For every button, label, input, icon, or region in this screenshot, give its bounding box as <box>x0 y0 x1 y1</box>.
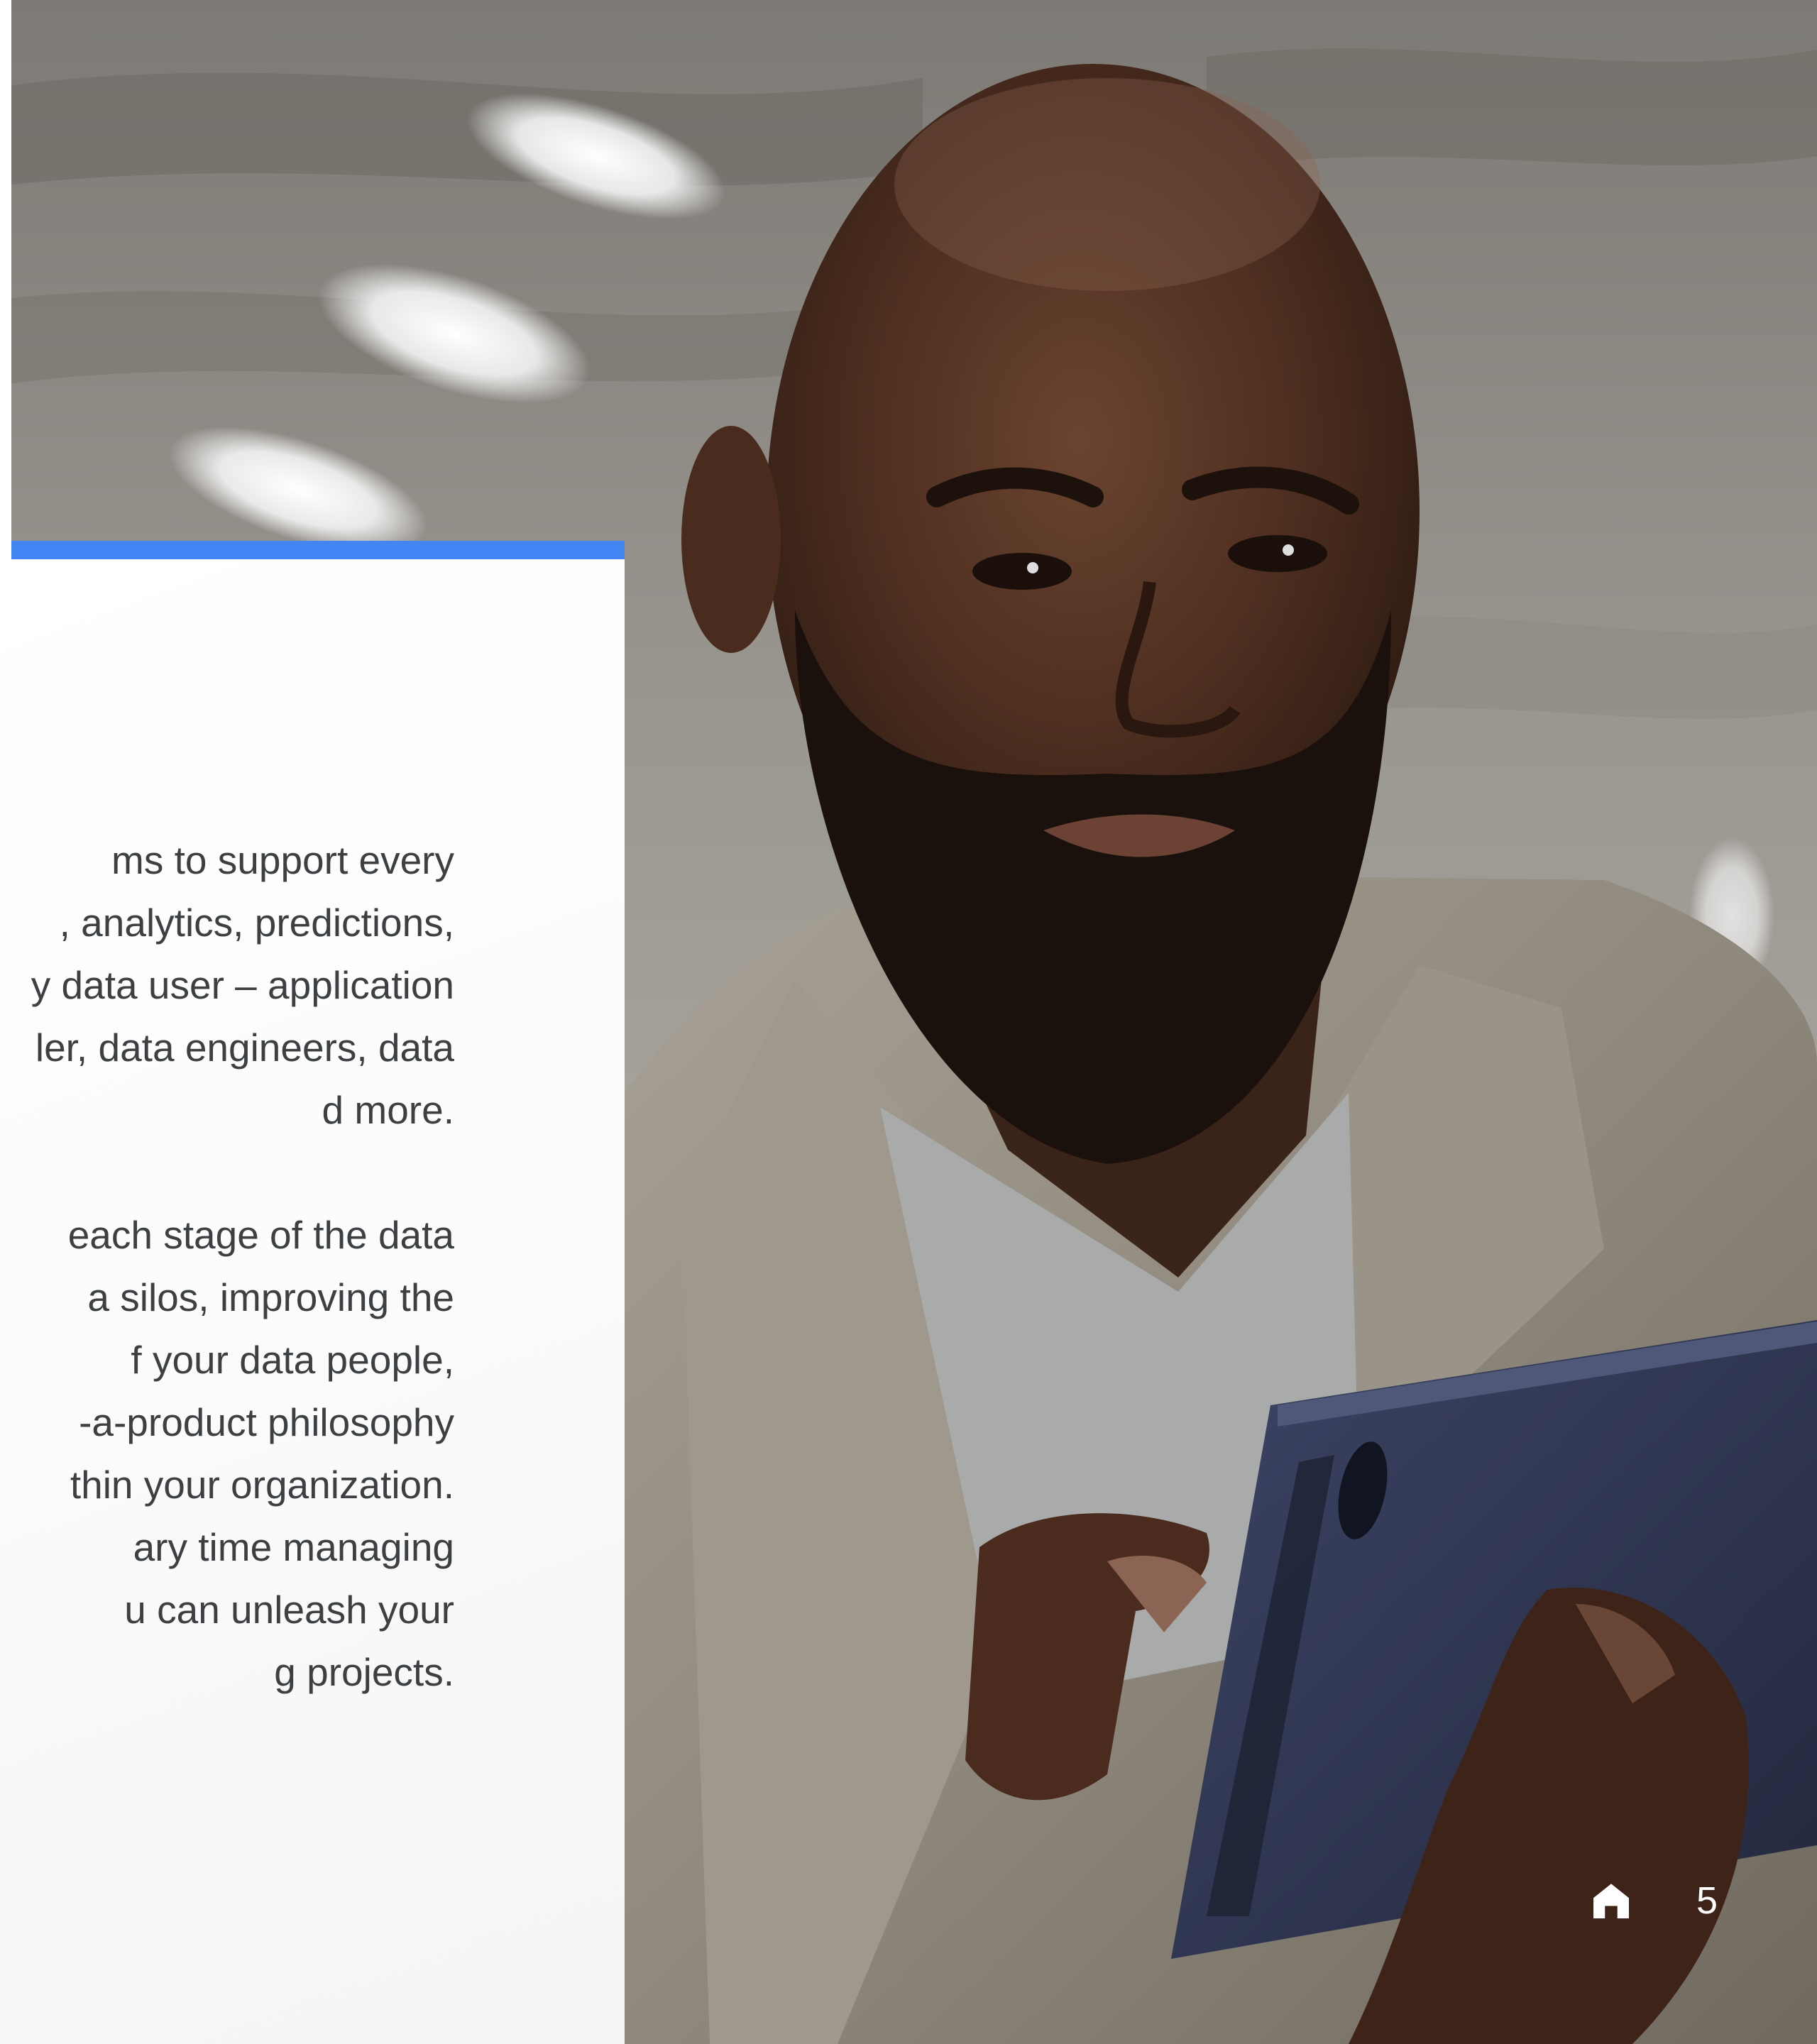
paragraph-line: f your data people, <box>131 1338 454 1382</box>
home-icon[interactable] <box>1590 1879 1632 1922</box>
paragraph-line: each stage of the data <box>67 1213 454 1257</box>
paragraph-line: ary time managing <box>133 1525 454 1569</box>
accent-bar <box>11 541 625 559</box>
paragraph-2: each stage of the data a silos, improvin… <box>0 1204 454 1703</box>
paragraph-line: , analytics, predictions, <box>59 901 454 945</box>
paragraph-line: ler, data engineers, data <box>35 1026 454 1070</box>
page: ms to support every , analytics, predict… <box>0 0 1817 2044</box>
paragraph-line: u can unleash your <box>124 1588 454 1632</box>
paragraph-line: g projects. <box>274 1650 454 1694</box>
paragraph-line: ms to support every <box>111 838 454 882</box>
paragraph-line: -a-product philosophy <box>79 1400 454 1444</box>
paragraph-line: d more. <box>322 1088 454 1132</box>
paragraph-line: y data user – application <box>31 963 454 1007</box>
page-number: 5 <box>1696 1879 1718 1922</box>
paragraph-1: ms to support every , analytics, predict… <box>0 829 454 1141</box>
paragraph-line: thin your organization. <box>70 1463 454 1507</box>
body-text: ms to support every , analytics, predict… <box>0 829 454 1703</box>
paragraph-line: a silos, improving the <box>87 1275 454 1319</box>
